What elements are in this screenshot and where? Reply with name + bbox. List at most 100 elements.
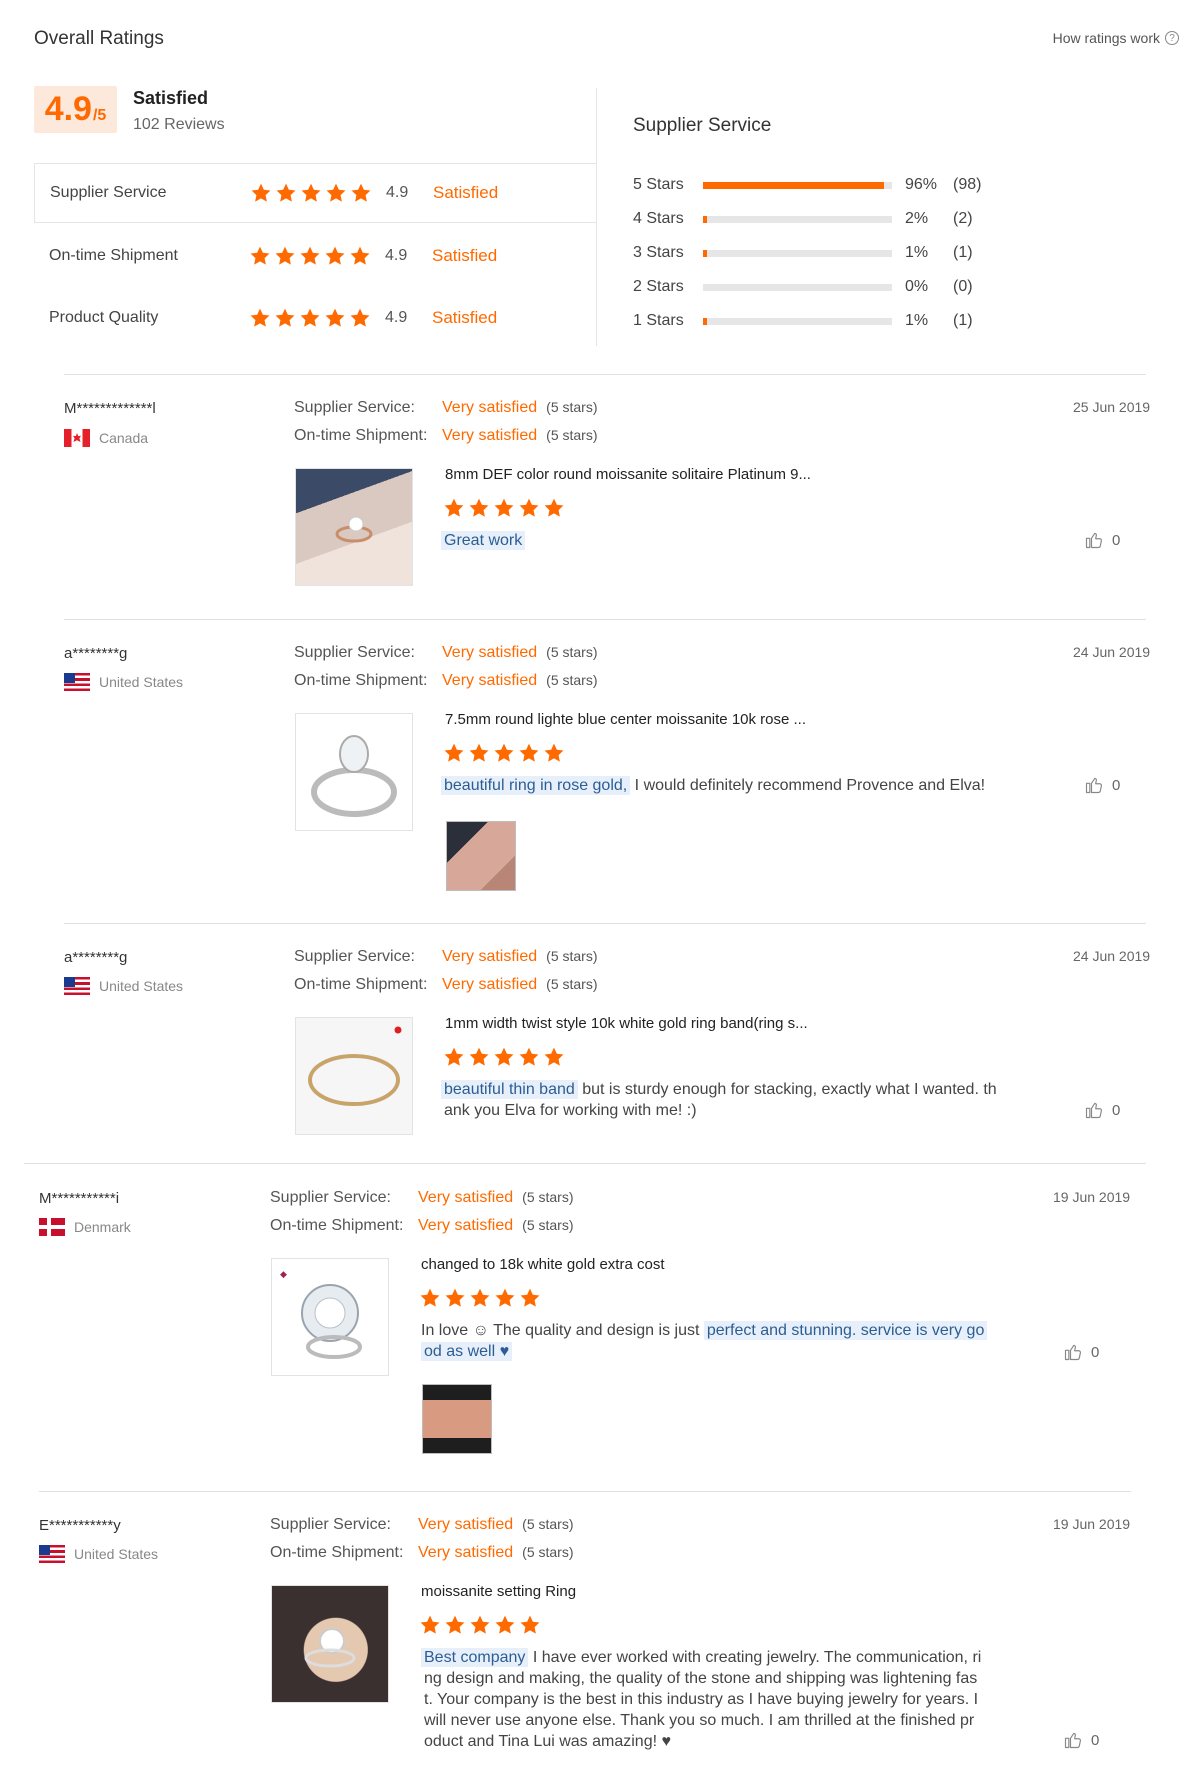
product-title[interactable]: 1mm width twist style 10k white gold rin… xyxy=(445,1015,808,1032)
country-label: United States xyxy=(74,1546,159,1562)
star-icon xyxy=(325,182,347,204)
review-body-line: t. Your company is the best in this indu… xyxy=(424,1691,979,1708)
review-body: but is sturdy enough for stacking, exact… xyxy=(577,1081,997,1098)
dist-bar-track xyxy=(703,249,892,257)
rating-row-status: Satisfied xyxy=(433,183,499,202)
overall-status: Satisfied xyxy=(133,88,209,108)
rating-row-supplier-service[interactable]: Supplier Service 4.9 Satisfied xyxy=(34,163,596,223)
dist-bar-track xyxy=(703,215,892,223)
star-icon xyxy=(519,1614,541,1636)
review-photo[interactable] xyxy=(446,821,516,891)
product-thumbnail[interactable]: ◆ xyxy=(271,1258,389,1376)
thumbs-up-icon xyxy=(1063,1730,1083,1750)
product-thumbnail[interactable] xyxy=(295,713,413,831)
canada-flag-icon xyxy=(64,429,90,447)
country-label: Denmark xyxy=(74,1219,131,1235)
review-date: 19 Jun 2019 xyxy=(1053,1516,1131,1532)
like-button[interactable]: 0 xyxy=(1063,1342,1099,1362)
meta-key: Supplier Service: xyxy=(270,1516,391,1533)
reviewer-country: Denmark xyxy=(39,1218,131,1236)
overall-review-count: 102 Reviews xyxy=(133,116,225,133)
rating-row-label: On-time Shipment xyxy=(49,247,178,264)
star-icon xyxy=(274,245,296,267)
reviewer-country: United States xyxy=(64,977,183,995)
product-thumbnail[interactable] xyxy=(271,1585,389,1703)
review-text: beautiful ring in rose gold, I would def… xyxy=(441,775,985,796)
reviewer-name: M***********i xyxy=(39,1190,120,1207)
review-body: I would definitely recommend Provence an… xyxy=(630,777,986,794)
product-thumbnail[interactable] xyxy=(295,1017,413,1135)
meta-value: Very satisfied xyxy=(418,1516,514,1533)
like-button[interactable]: 0 xyxy=(1084,530,1120,550)
star-icon xyxy=(274,307,296,329)
review-stars xyxy=(443,742,565,764)
denmark-flag-icon xyxy=(39,1218,65,1236)
ring-image xyxy=(335,516,373,543)
dist-row-5: 5 Stars 96% (98) xyxy=(633,175,981,195)
product-title[interactable]: 8mm DEF color round moissanite solitaire… xyxy=(445,466,811,483)
product-title[interactable]: moissanite setting Ring xyxy=(421,1583,576,1600)
like-count: 0 xyxy=(1091,1343,1100,1361)
review-highlight: od as well ♥ xyxy=(421,1342,513,1361)
meta-stars: (5 stars) xyxy=(546,948,598,964)
like-button[interactable]: 0 xyxy=(1084,1100,1120,1120)
dist-label: 4 Stars xyxy=(633,210,684,227)
review-text: beautiful thin band but is sturdy enough… xyxy=(441,1079,997,1121)
review-date: 25 Jun 2019 xyxy=(1073,399,1151,415)
like-button[interactable]: 0 xyxy=(1063,1730,1099,1750)
thumbs-up-icon xyxy=(1084,1100,1104,1120)
supplier-service-rating: Supplier Service: Very satisfied (5 star… xyxy=(294,644,598,662)
product-title[interactable]: changed to 18k white gold extra cost xyxy=(421,1256,665,1273)
rating-row-score: 4.9 xyxy=(386,184,409,201)
rating-row-stars xyxy=(250,182,372,204)
like-count: 0 xyxy=(1091,1731,1100,1749)
star-icon xyxy=(419,1287,441,1309)
country-label: Canada xyxy=(99,430,149,446)
star-icon xyxy=(543,497,565,519)
dist-bar-track xyxy=(703,181,892,189)
rating-row-label: Supplier Service xyxy=(50,184,167,201)
rating-row-ontime-shipment[interactable]: On-time Shipment 4.9 Satisfied xyxy=(34,226,596,286)
review-date: 24 Jun 2019 xyxy=(1073,948,1151,964)
country-label: United States xyxy=(99,674,184,690)
review-highlight: beautiful thin band xyxy=(441,1080,578,1099)
how-ratings-work-label: How ratings work xyxy=(1052,30,1160,46)
meta-stars: (5 stars) xyxy=(522,1189,574,1205)
dist-bar-track xyxy=(703,317,892,325)
rating-row-status: Satisfied xyxy=(432,308,498,327)
star-icon xyxy=(324,245,346,267)
review-divider xyxy=(39,1491,1131,1492)
star-icon xyxy=(494,1287,516,1309)
meta-key: On-time Shipment: xyxy=(270,1217,404,1234)
us-flag-icon xyxy=(64,977,90,995)
rating-row-product-quality[interactable]: Product Quality 4.9 Satisfied xyxy=(34,288,596,348)
reviewer-country: United States xyxy=(39,1545,158,1563)
star-icon xyxy=(349,245,371,267)
star-icon xyxy=(518,1046,540,1068)
review-stars xyxy=(419,1614,541,1636)
star-icon xyxy=(493,742,515,764)
ring-image xyxy=(304,1628,356,1668)
like-button[interactable]: 0 xyxy=(1084,775,1120,795)
review-photo[interactable] xyxy=(422,1384,492,1454)
product-thumbnail[interactable] xyxy=(295,468,413,586)
star-icon xyxy=(249,245,271,267)
meta-key: On-time Shipment: xyxy=(294,427,428,444)
meta-stars: (5 stars) xyxy=(546,644,598,660)
star-icon xyxy=(493,1046,515,1068)
star-icon xyxy=(443,497,465,519)
dist-pct: 0% xyxy=(905,278,929,295)
supplier-service-rating: Supplier Service: Very satisfied (5 star… xyxy=(294,399,598,417)
star-icon xyxy=(444,1614,466,1636)
dist-pct: 1% xyxy=(905,244,929,261)
like-count: 0 xyxy=(1112,1101,1121,1119)
us-flag-icon xyxy=(39,1545,65,1563)
thumbs-up-icon xyxy=(1084,775,1104,795)
product-title[interactable]: 7.5mm round lighte blue center moissanit… xyxy=(445,711,806,728)
how-ratings-work-link[interactable]: How ratings work ? xyxy=(1053,30,1179,46)
overall-score-denominator: /5 xyxy=(92,107,107,124)
review-body-line: oduct and Tina Lui was amazing! ♥ xyxy=(424,1733,671,1750)
meta-value: Very satisfied xyxy=(442,644,538,661)
dist-count: (0) xyxy=(953,278,973,295)
star-icon xyxy=(419,1614,441,1636)
